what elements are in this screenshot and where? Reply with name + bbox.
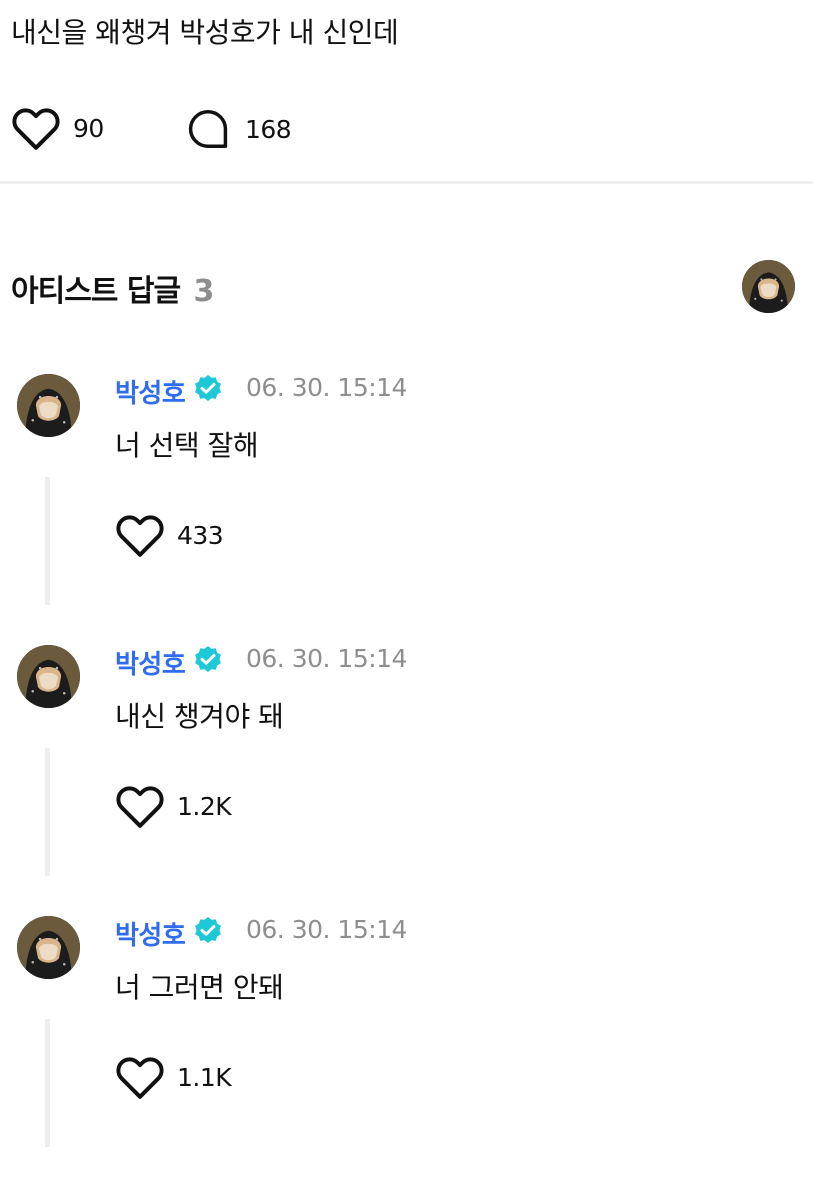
post-like-count: 90	[73, 113, 104, 143]
reply-avatar-image	[17, 374, 80, 437]
reply-avatar-image	[17, 645, 80, 708]
reply-avatar[interactable]	[17, 916, 80, 979]
reply-text: 너 선택 잘해	[115, 429, 259, 462]
artist-replies-heading: 아티스트 답글 3	[11, 266, 215, 310]
artist-reply: 박성호 06. 30. 15:14 내신 챙겨야 돼 1.2K	[0, 644, 813, 914]
artist-replies-count: 3	[193, 274, 215, 309]
heart-outline-icon	[116, 1057, 164, 1099]
post-like-button[interactable]: 90	[11, 105, 104, 151]
reply-like-button[interactable]: 1.2K	[115, 783, 232, 829]
heart-outline-icon	[116, 515, 164, 557]
reply-avatar[interactable]	[17, 374, 80, 437]
speech-bubble-icon	[188, 110, 228, 148]
artist-avatar-image	[742, 260, 795, 313]
reply-author-name[interactable]: 박성호	[115, 644, 186, 681]
reply-avatar-image	[17, 916, 80, 979]
thread-line	[45, 477, 50, 605]
verified-badge-icon	[195, 646, 221, 672]
reply-timestamp: 06. 30. 15:14	[246, 644, 407, 673]
post-text: 내신을 왜챙겨 박성호가 내 신인데	[11, 16, 399, 49]
reply-avatar[interactable]	[17, 645, 80, 708]
post-comment-button[interactable]: 168	[186, 107, 292, 151]
reply-like-button[interactable]: 1.1K	[115, 1054, 232, 1100]
artist-reply: 박성호 06. 30. 15:14 너 그러면 안돼 1.1K	[0, 915, 813, 1185]
heart-outline-icon	[116, 786, 164, 828]
heart-outline-icon	[12, 108, 60, 150]
artist-replies-title: 아티스트 답글	[11, 274, 181, 309]
reply-like-count: 1.1K	[177, 1062, 232, 1092]
verified-badge-icon	[195, 917, 221, 943]
artist-reply: 박성호 06. 30. 15:14 너 선택 잘해 433	[0, 373, 813, 643]
reply-like-button[interactable]: 433	[115, 512, 224, 558]
reply-author-name[interactable]: 박성호	[115, 915, 186, 952]
reply-text: 내신 챙겨야 돼	[115, 700, 284, 733]
thread-line	[45, 748, 50, 876]
reply-like-count: 1.2K	[177, 791, 232, 821]
reply-author-name[interactable]: 박성호	[115, 373, 186, 410]
thread-line	[45, 1019, 50, 1147]
artist-avatar[interactable]	[742, 260, 795, 313]
post-comment-count: 168	[245, 114, 292, 144]
reply-text: 너 그러면 안돼	[115, 971, 284, 1004]
reply-timestamp: 06. 30. 15:14	[246, 915, 407, 944]
reply-like-count: 433	[177, 520, 224, 550]
section-divider	[0, 181, 813, 184]
verified-badge-icon	[195, 375, 221, 401]
reply-timestamp: 06. 30. 15:14	[246, 373, 407, 402]
